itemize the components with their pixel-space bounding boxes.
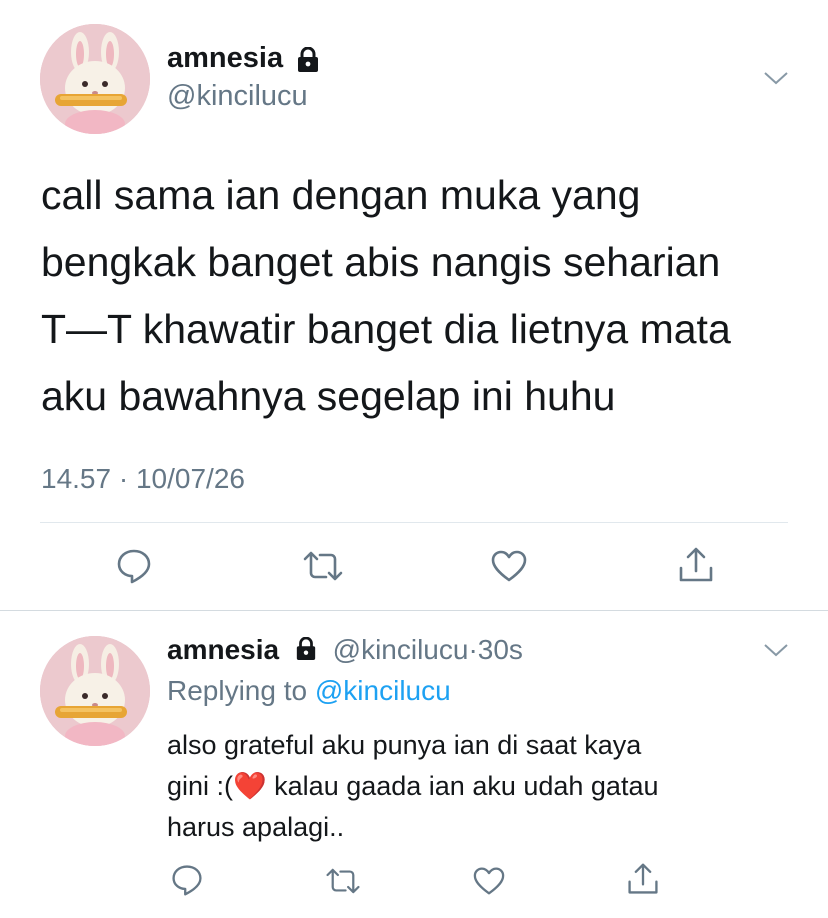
replying-to-label: Replying to — [167, 675, 308, 706]
tweet-text-line: T—T khawatir banget dia lietnya mata — [41, 306, 731, 352]
share-icon[interactable] — [626, 862, 660, 896]
tweet-text-line: call sama ian dengan muka yang — [41, 172, 641, 218]
heart-emoji: ❤️ — [233, 771, 267, 801]
lock-icon — [295, 636, 317, 668]
separator-dot: · — [468, 634, 478, 665]
reply-author-name[interactable]: amnesia — [167, 634, 279, 665]
tweet-author-row: amnesia — [167, 42, 320, 78]
tweet-timestamp[interactable]: 14.57 · 10/07/26 — [41, 463, 245, 495]
bunny-avatar-image — [40, 24, 150, 134]
section-divider — [0, 610, 828, 611]
replying-to: Replying to @kincilucu — [167, 675, 451, 707]
reply-text-line: gini :(❤️ kalau gaada ian aku udah gatau — [167, 771, 659, 801]
chevron-down-icon[interactable] — [763, 70, 789, 91]
tweet-date: 10/07/26 — [135, 463, 245, 494]
separator-dot: · — [118, 463, 129, 494]
like-icon[interactable] — [472, 866, 506, 896]
replying-to-handle[interactable]: @kincilucu — [315, 675, 451, 706]
bunny-avatar-image — [40, 636, 150, 746]
like-icon[interactable] — [490, 549, 528, 583]
divider — [40, 522, 788, 523]
reply-author-handle[interactable]: @kincilucu — [333, 634, 469, 665]
retweet-icon[interactable] — [325, 866, 361, 896]
reply-text: also grateful aku punya ian di saat kaya… — [167, 725, 807, 848]
avatar[interactable] — [40, 24, 150, 134]
reply-text-line: also grateful aku punya ian di saat kaya — [167, 730, 642, 760]
tweet-text-line: aku bawahnya segelap ini huhu — [41, 373, 616, 419]
reply-author-row: amnesia @kincilucu·30s — [167, 634, 523, 668]
tweet-time: 14.57 — [41, 463, 112, 494]
author-name[interactable]: amnesia — [167, 42, 283, 74]
reply-avatar[interactable] — [40, 636, 150, 746]
retweet-icon[interactable] — [302, 549, 344, 583]
tweet-text-line: bengkak banget abis nangis seharian — [41, 239, 721, 285]
reply-text-line: harus apalagi.. — [167, 812, 345, 842]
tweet-text: call sama ian dengan muka yang bengkak b… — [41, 162, 821, 430]
reply-icon[interactable] — [115, 547, 153, 585]
share-icon[interactable] — [677, 546, 715, 584]
reply-age[interactable]: 30s — [478, 634, 523, 665]
chevron-down-icon[interactable] — [763, 642, 789, 663]
author-handle[interactable]: @kincilucu — [167, 80, 308, 113]
reply-icon[interactable] — [170, 863, 204, 897]
lock-icon — [296, 46, 320, 78]
